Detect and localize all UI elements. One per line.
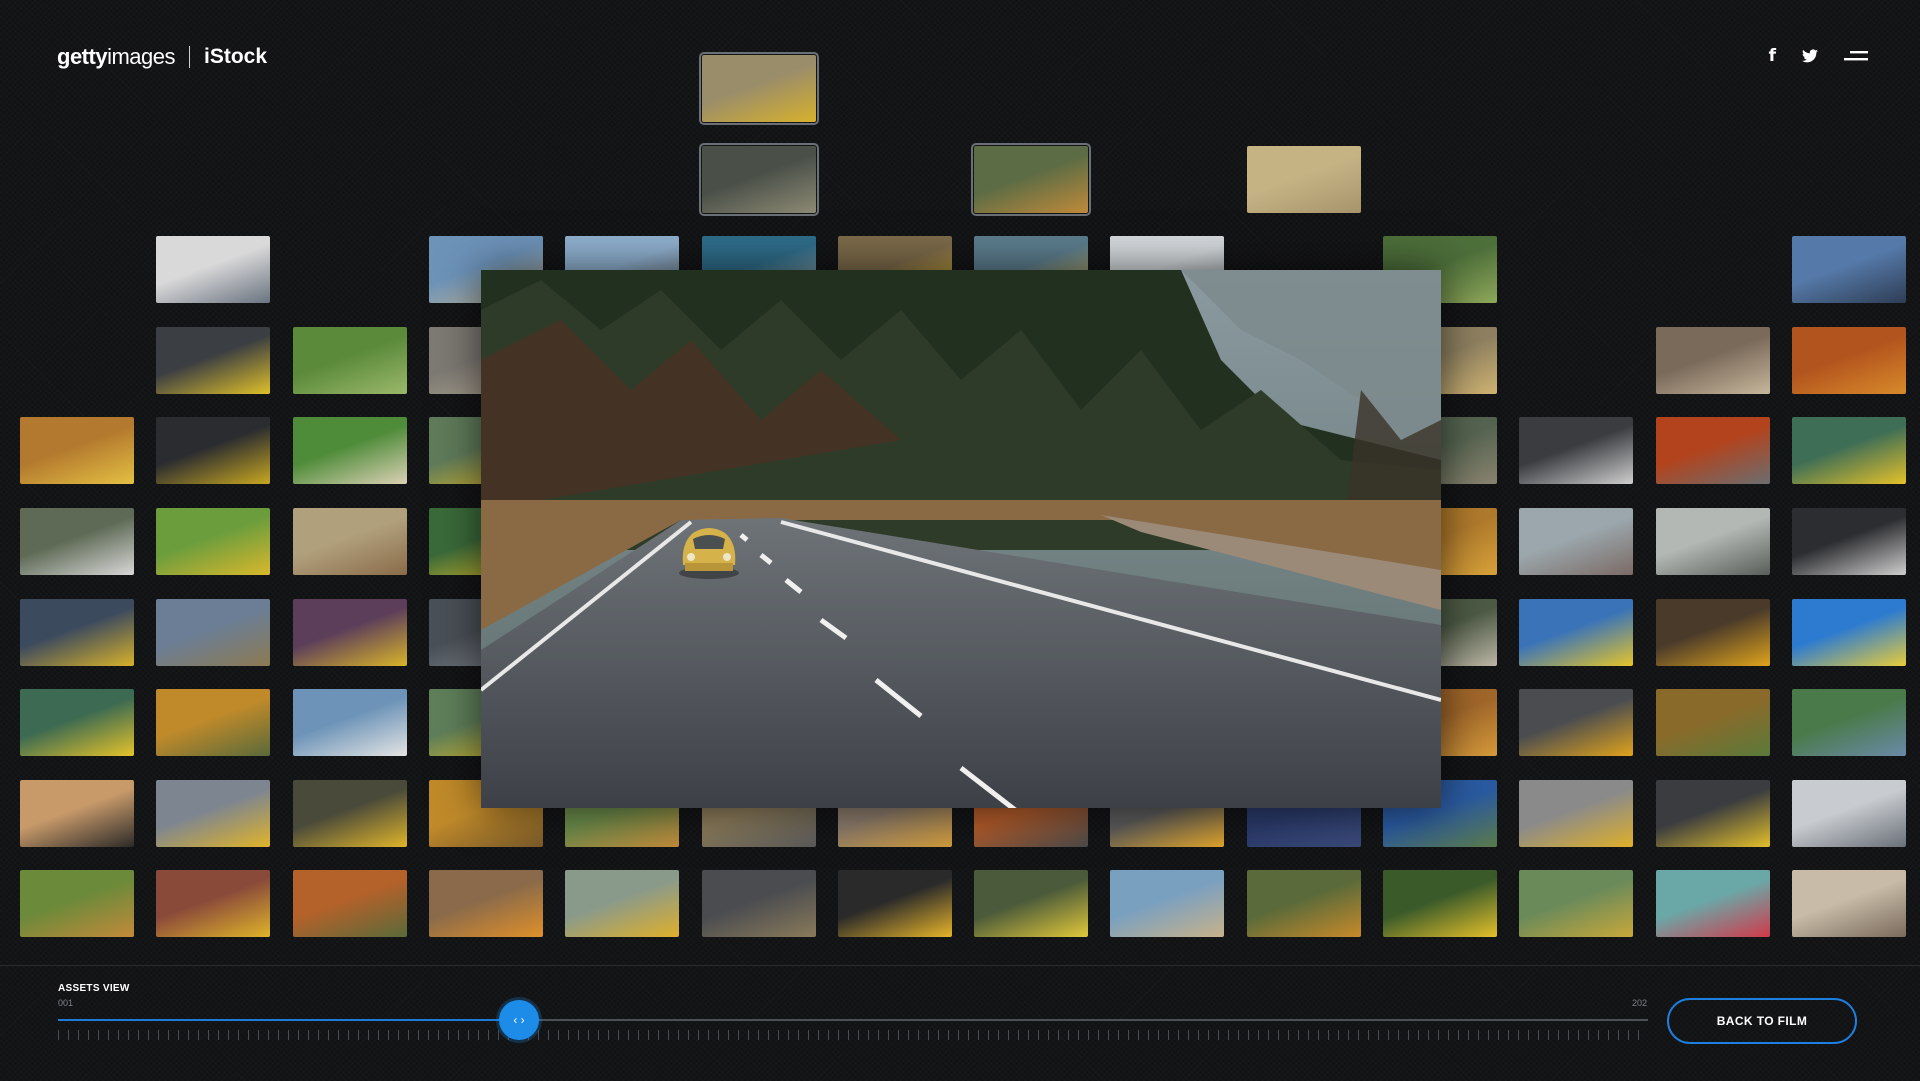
asset-thumbnail[interactable] [293,689,407,756]
menu-icon[interactable] [1844,50,1868,62]
asset-thumbnail[interactable] [1792,689,1906,756]
asset-thumbnail[interactable] [156,236,270,303]
asset-thumbnail[interactable] [1792,599,1906,666]
asset-thumbnail[interactable] [1519,780,1633,847]
asset-thumbnail[interactable] [1519,689,1633,756]
asset-thumbnail[interactable] [20,870,134,937]
asset-thumbnail[interactable] [1247,146,1361,213]
asset-thumbnail[interactable] [702,870,816,937]
asset-thumbnail[interactable] [1656,327,1770,394]
asset-thumbnail[interactable] [1247,870,1361,937]
asset-thumbnail[interactable] [1519,508,1633,575]
asset-thumbnail[interactable] [1792,236,1906,303]
asset-thumbnail[interactable] [1110,870,1224,937]
asset-thumbnail[interactable] [293,780,407,847]
asset-thumbnail[interactable] [1519,599,1633,666]
asset-thumbnail[interactable] [974,870,1088,937]
asset-thumbnail[interactable] [1656,870,1770,937]
asset-thumbnail[interactable] [156,508,270,575]
asset-thumbnail[interactable] [838,870,952,937]
asset-thumbnail[interactable] [1656,689,1770,756]
asset-thumbnail[interactable] [1792,780,1906,847]
timeline-progress [58,1019,519,1021]
timeline-scrubber-handle[interactable]: ‹ › [499,1000,539,1040]
asset-thumbnail[interactable] [1656,599,1770,666]
facebook-icon[interactable]: f [1769,46,1776,66]
asset-thumbnail[interactable] [565,870,679,937]
assets-view-label: ASSETS VIEW [58,983,130,994]
asset-thumbnail[interactable] [156,870,270,937]
asset-thumbnail[interactable] [156,780,270,847]
logo-divider [188,46,190,68]
asset-thumbnail[interactable] [20,689,134,756]
brand-logo[interactable]: gettyimages iStock [57,44,267,70]
asset-thumbnail[interactable] [1792,417,1906,484]
asset-thumbnail[interactable] [1792,508,1906,575]
asset-thumbnail[interactable] [1792,870,1906,937]
asset-preview[interactable] [481,270,1441,808]
asset-thumbnail[interactable] [293,508,407,575]
preview-image-yellow-beetle [481,270,1441,808]
asset-thumbnail[interactable] [699,143,819,216]
asset-thumbnail[interactable] [293,599,407,666]
asset-thumbnail[interactable] [293,327,407,394]
header-actions: f [1769,46,1868,66]
drag-arrows-icon: ‹ › [513,1013,525,1027]
asset-thumbnail[interactable] [293,417,407,484]
asset-thumbnail[interactable] [1519,870,1633,937]
asset-thumbnail[interactable] [1792,327,1906,394]
asset-thumbnail[interactable] [1656,508,1770,575]
range-start: 001 [58,998,74,1008]
asset-thumbnail[interactable] [156,689,270,756]
asset-thumbnail[interactable] [699,52,819,125]
asset-thumbnail[interactable] [156,599,270,666]
asset-thumbnail[interactable] [971,143,1091,216]
timeline-ticks [58,1030,1648,1040]
back-to-film-button[interactable]: BACK TO FILM [1667,998,1857,1044]
timeline-bar [0,965,1920,1081]
asset-thumbnail[interactable] [1519,417,1633,484]
asset-thumbnail[interactable] [429,870,543,937]
timeline-track[interactable] [58,1019,1648,1021]
twitter-icon[interactable] [1802,49,1818,63]
asset-thumbnail[interactable] [293,870,407,937]
asset-thumbnail[interactable] [156,327,270,394]
asset-thumbnail[interactable] [20,417,134,484]
asset-thumbnail[interactable] [20,599,134,666]
asset-thumbnail[interactable] [20,508,134,575]
asset-thumbnail[interactable] [1656,780,1770,847]
asset-thumbnail[interactable] [1656,417,1770,484]
asset-thumbnail[interactable] [156,417,270,484]
range-end: 202 [1632,998,1648,1008]
asset-thumbnail[interactable] [20,780,134,847]
asset-thumbnail[interactable] [1383,870,1497,937]
istock-logo: iStock [203,45,268,68]
gettyimages-logo: gettyimages [57,44,175,69]
